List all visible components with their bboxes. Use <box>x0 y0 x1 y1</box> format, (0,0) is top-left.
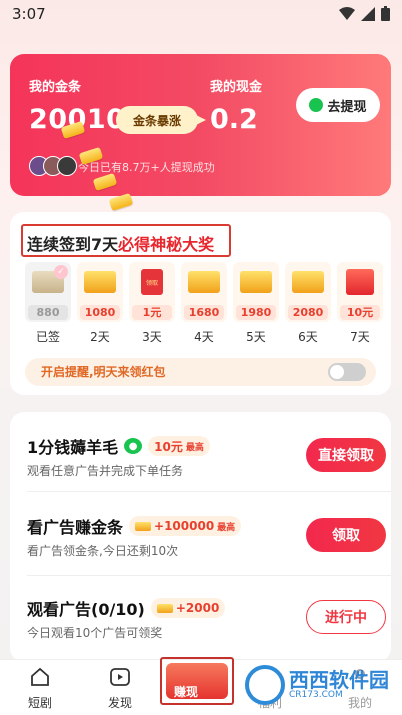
wifi-icon <box>339 6 355 20</box>
red-packet-icon: 领取 <box>141 269 163 295</box>
task-title-text: 1分钱薅羊毛 <box>27 438 119 457</box>
reward-tag: 最高 <box>217 522 236 533</box>
home-icon <box>31 667 49 686</box>
day-amount: 2080 <box>288 305 328 320</box>
signin-title-highlight: 必得神秘大奖 <box>118 235 215 254</box>
signin-title: 连续签到7天必得神秘大奖 <box>21 224 231 257</box>
signin-day-6[interactable]: 2080 6天 <box>285 262 331 345</box>
day-amount: 880 <box>28 305 68 320</box>
remind-text: 开启提醒,明天来领红包 <box>41 365 166 379</box>
claim-direct-button[interactable]: 直接领取 <box>306 438 386 472</box>
reward-pill: +100000 最高 <box>129 516 242 536</box>
nav-item-shorts[interactable]: 短剧 <box>10 666 70 711</box>
gift-box-icon <box>346 269 374 295</box>
remind-toggle[interactable] <box>328 363 366 381</box>
nav-label: 发现 <box>107 696 132 710</box>
signin-day-7[interactable]: 10元 7天 <box>337 262 383 345</box>
gold-bar-icon <box>240 271 272 293</box>
status-time: 3:07 <box>12 5 46 23</box>
task-desc: 今日观看10个广告可领奖 <box>27 626 163 640</box>
day-amount: 10元 <box>340 305 380 320</box>
watermark-logo <box>245 665 285 705</box>
withdraw-success-text: 今日已有8.7万+人提现成功 <box>78 161 215 174</box>
avatar <box>57 156 77 176</box>
withdraw-check-icon <box>309 98 324 112</box>
day-amount: 1元 <box>132 305 172 320</box>
day-label: 已签 <box>35 330 60 344</box>
gold-label: 我的金条 <box>29 80 82 95</box>
coin-icon <box>135 521 152 531</box>
task-title-text: 看广告赚金条 <box>27 518 124 537</box>
check-icon: ✓ <box>54 265 68 279</box>
signin-day-2[interactable]: 1080 2天 <box>77 262 123 345</box>
watermark-title: 西西软件园 <box>289 668 389 692</box>
reward-value: 10元 <box>154 439 183 454</box>
task-card: 1分钱薅羊毛 ● 10元 最高 观看任意广告并完成下单任务 直接领取 看广告赚金条… <box>10 412 391 662</box>
gold-bar-icon <box>292 271 324 293</box>
cash-balance: 0.2 <box>210 104 258 135</box>
reward-tag: 最高 <box>185 442 204 453</box>
signin-day-1[interactable]: ✓ 880 已签 <box>25 262 71 345</box>
signin-card: 连续签到7天必得神秘大奖 ✓ 880 已签 1080 2天 领取 1元 3天 168… <box>10 212 391 395</box>
watermark: 西西软件园 CR173.COM <box>245 662 395 708</box>
day-label: 7天 <box>350 330 370 344</box>
coin-icon <box>156 603 173 613</box>
task-item: 观看广告(0/10) +2000 今日观看10个广告可领奖 进行中 <box>10 578 391 658</box>
task-title: 看广告赚金条 +100000 最高 <box>27 514 242 538</box>
task-desc: 观看任意广告并完成下单任务 <box>27 464 184 478</box>
status-bar: 3:07 <box>0 0 402 30</box>
day-label: 6天 <box>298 330 318 344</box>
cash-label: 我的现金 <box>210 80 263 95</box>
signin-day-3[interactable]: 领取 1元 3天 <box>129 262 175 345</box>
in-progress-button[interactable]: 进行中 <box>306 600 386 634</box>
nav-label: 赚现 <box>174 685 199 699</box>
signin-days: ✓ 880 已签 1080 2天 领取 1元 3天 1680 4天 1980 5天 … <box>25 262 383 345</box>
gold-bar-icon <box>188 271 220 293</box>
day-amount: 1680 <box>184 305 224 320</box>
withdraw-label: 去提现 <box>327 99 367 115</box>
status-icons <box>339 6 390 21</box>
task-title: 观看广告(0/10) +2000 <box>27 596 226 620</box>
signin-title-prefix: 连续签到7天 <box>27 235 119 254</box>
user-avatars <box>29 156 77 176</box>
gold-boom-tag: 金条暴涨 <box>116 106 206 134</box>
battery-icon <box>381 6 390 21</box>
task-item: 1分钱薅羊毛 ● 10元 最高 观看任意广告并完成下单任务 直接领取 <box>10 412 391 492</box>
gold-bar-icon <box>84 271 116 293</box>
signin-day-5[interactable]: 1980 5天 <box>233 262 279 345</box>
claim-button[interactable]: 领取 <box>306 518 386 552</box>
reward-value: +100000 <box>154 519 215 533</box>
red-packet-text: 领取 <box>145 279 158 287</box>
day-amount: 1980 <box>236 305 276 320</box>
remind-bar: 开启提醒,明天来领红包 <box>25 358 376 386</box>
task-title-text: 观看广告(0/10) <box>27 600 145 619</box>
day-label: 5天 <box>246 330 266 344</box>
day-label: 2天 <box>90 330 110 344</box>
task-desc: 看广告领金条,今日还剩10次 <box>27 544 179 558</box>
reward-pill: +2000 <box>150 598 226 618</box>
wechat-icon: ● <box>124 438 143 454</box>
day-label: 3天 <box>142 330 162 344</box>
play-icon <box>110 668 130 686</box>
nav-label: 短剧 <box>27 696 52 710</box>
day-label: 4天 <box>194 330 214 344</box>
task-item: 看广告赚金条 +100000 最高 看广告领金条,今日还剩10次 领取 <box>10 496 391 576</box>
signal-icon <box>361 6 375 21</box>
divider <box>27 491 391 492</box>
withdraw-button[interactable]: 去提现 <box>296 88 380 122</box>
reward-pill: 10元 最高 <box>148 436 210 456</box>
divider <box>27 575 391 576</box>
signin-day-4[interactable]: 1680 4天 <box>181 262 227 345</box>
task-title: 1分钱薅羊毛 ● 10元 最高 <box>27 434 210 458</box>
reward-value: +2000 <box>175 601 220 615</box>
day-amount: 1080 <box>80 305 120 320</box>
nav-item-earn[interactable]: 赚现 <box>160 657 234 705</box>
nav-item-discover[interactable]: 发现 <box>90 666 150 711</box>
